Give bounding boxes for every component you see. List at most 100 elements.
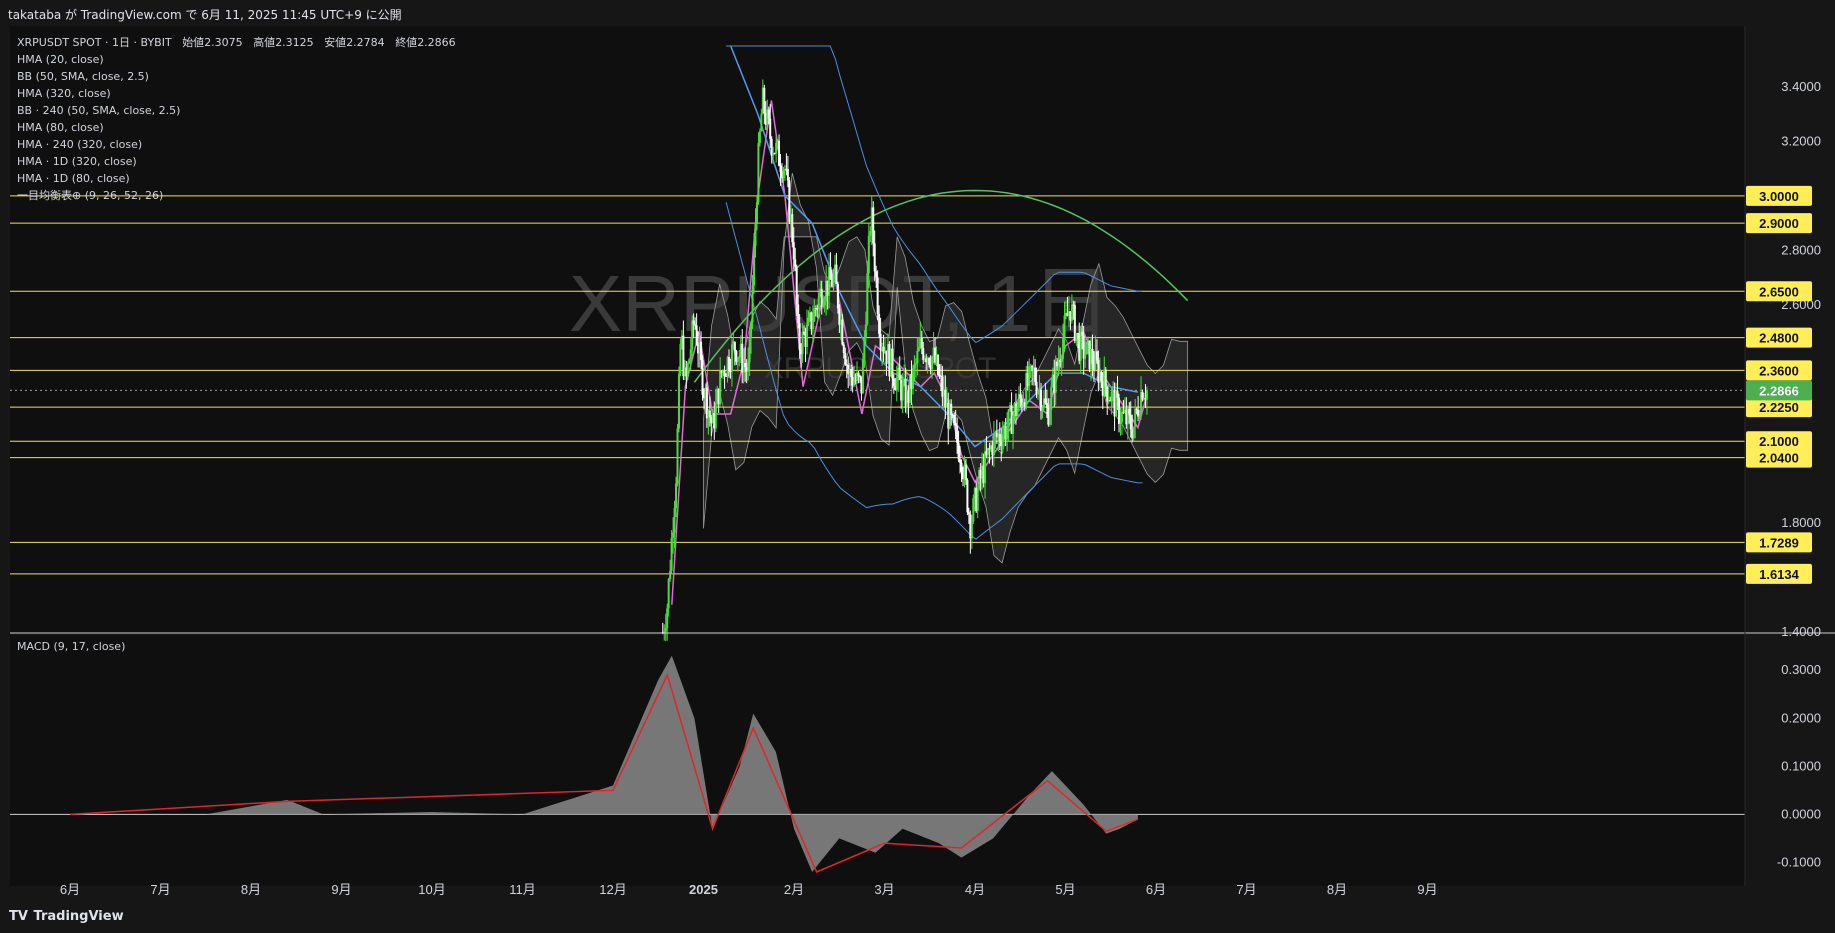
candle-body [1019, 394, 1022, 399]
tradingview-brand[interactable]: TV TradingView [9, 909, 124, 924]
candle-body [727, 357, 730, 371]
candle-body [700, 341, 703, 361]
candle-body [754, 222, 757, 246]
indicator-bb-50[interactable]: BB (50, SMA, close, 2.5) [17, 68, 456, 85]
time-axis-label: 6月 [1146, 882, 1166, 897]
indicator-legend: XRPUSDT SPOT · 1日 · BYBIT 始値2.3075 高値2.3… [17, 34, 456, 204]
candle-body [873, 243, 876, 272]
candle-body [801, 331, 804, 355]
time-axis-label: 5月 [1055, 882, 1075, 897]
candle-body [850, 368, 853, 378]
candle-body [691, 320, 694, 350]
indicator-hma-1d-80[interactable]: HMA · 1D (80, close) [17, 170, 456, 187]
candle-body [1079, 331, 1082, 361]
candle-body [842, 344, 845, 354]
time-axis-label: 8月 [1327, 882, 1347, 897]
candle-body [844, 353, 847, 365]
candle-body [1129, 414, 1132, 430]
candle-body [770, 138, 773, 156]
candle-body [758, 131, 761, 144]
publish-header: takataba が TradingView.com で 6月 11, 2025… [0, 0, 1835, 26]
candle-body [748, 337, 751, 363]
candle-body [1001, 434, 1004, 447]
candle-body [878, 313, 881, 334]
candle-body [817, 296, 820, 310]
macd-tick-label: 0.0000 [1781, 806, 1821, 821]
indicator-hma-20[interactable]: HMA (20, close) [17, 51, 456, 68]
candle-body [750, 322, 753, 338]
candle-body [841, 319, 844, 345]
candle-body [714, 403, 717, 429]
candle-body [956, 426, 959, 443]
candle-body [694, 324, 697, 326]
candle-body [769, 118, 772, 139]
candle-body [672, 532, 675, 538]
candle-body [775, 142, 778, 154]
candle-body [823, 301, 826, 306]
indicator-bb-240[interactable]: BB · 240 (50, SMA, close, 2.5) [17, 102, 456, 119]
time-axis-label: 6月 [60, 882, 80, 897]
candle-body [807, 317, 810, 325]
candle-body [936, 354, 939, 375]
candle-body [1062, 337, 1065, 359]
time-axis-label: 7月 [1236, 882, 1256, 897]
level-badge-label: 2.4800 [1759, 331, 1799, 346]
time-axis-label: 12月 [599, 882, 626, 897]
candle-body [892, 378, 895, 387]
candle-body [663, 631, 666, 633]
candle-body [1120, 411, 1123, 423]
candle-body [779, 165, 782, 172]
candle-body [1106, 386, 1109, 402]
candle-body [1028, 366, 1031, 387]
time-axis-label: 11月 [509, 882, 536, 897]
candle-body [939, 375, 942, 377]
candle-body [1119, 422, 1122, 424]
candle-body [876, 277, 879, 314]
candle-body [832, 274, 835, 287]
time-axis-label: 9月 [1417, 882, 1437, 897]
candle-body [1050, 386, 1053, 410]
candle-body [708, 410, 711, 417]
time-axis-label: 10月 [418, 882, 445, 897]
candle-body [1081, 331, 1084, 336]
candle-body [1034, 367, 1037, 382]
candle-body [1145, 389, 1148, 400]
macd-tick-label: 0.2000 [1781, 710, 1821, 725]
level-badge-label: 2.0400 [1759, 451, 1799, 466]
candle-body [1128, 408, 1131, 415]
candle-body [1116, 390, 1119, 398]
candle-body [869, 231, 872, 236]
candle-body [1045, 403, 1048, 409]
candle-body [835, 264, 838, 284]
indicator-hma-320[interactable]: HMA (320, close) [17, 85, 456, 102]
candle-body [747, 362, 750, 372]
candle-body [957, 442, 960, 460]
candle-body [1041, 407, 1044, 411]
candle-body [1007, 409, 1010, 428]
candle-body [751, 285, 754, 323]
candle-body [778, 140, 781, 166]
candle-body [954, 423, 957, 427]
indicator-hma-1d-320[interactable]: HMA · 1D (320, close) [17, 153, 456, 170]
candle-body [822, 305, 825, 308]
tradingview-logo-icon: TV [9, 909, 28, 924]
candle-body [984, 451, 987, 483]
candle-body [1117, 397, 1120, 424]
candle-body [805, 324, 808, 347]
macd-legend[interactable]: MACD (9, 17, close) [17, 640, 125, 653]
candle-body [1054, 361, 1057, 393]
time-axis-label: 2025 [689, 882, 718, 897]
indicator-ichimoku[interactable]: 一目均衡表⊕ (9, 26, 52, 26) [17, 187, 456, 204]
candle-body [1138, 415, 1141, 417]
candle-body [1075, 333, 1078, 341]
candle-body [1012, 415, 1015, 434]
candle-body [786, 169, 789, 181]
indicator-hma-240-320[interactable]: HMA · 240 (320, close) [17, 136, 456, 153]
candle-body [811, 321, 814, 330]
indicator-hma-80[interactable]: HMA (80, close) [17, 119, 456, 136]
candle-body [872, 207, 875, 244]
candle-body [757, 143, 760, 203]
level-badge-label: 3.0000 [1759, 189, 1799, 204]
candle-body [813, 308, 816, 322]
candle-body [666, 608, 669, 629]
